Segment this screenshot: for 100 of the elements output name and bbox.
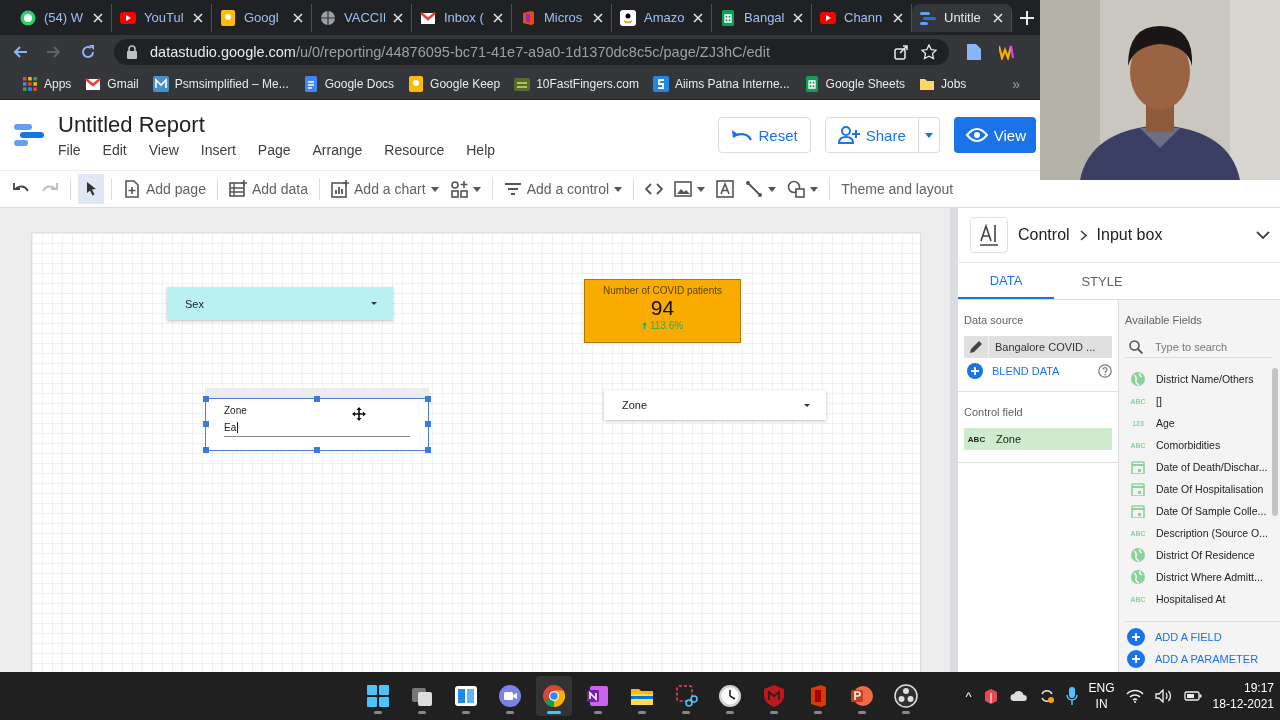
resize-handle[interactable]: [424, 421, 431, 427]
close-icon[interactable]: [693, 12, 703, 23]
bookmark[interactable]: Google Sheets: [803, 75, 905, 92]
resize-handle[interactable]: [313, 446, 320, 453]
bookmark[interactable]: Psmsimplified – Me...: [152, 75, 289, 92]
resize-handle[interactable]: [424, 395, 431, 402]
menu-item[interactable]: View: [148, 142, 179, 158]
browser-tab[interactable]: Googl: [212, 3, 312, 32]
dropdown-control[interactable]: Sex: [167, 287, 393, 320]
browser-tab[interactable]: Amazo: [612, 3, 712, 32]
menu-item[interactable]: File: [58, 142, 81, 158]
field-item[interactable]: District Where Admitt...: [1125, 566, 1280, 588]
browser-tab[interactable]: YouTul: [112, 3, 212, 32]
microphone-icon[interactable]: [1065, 687, 1078, 705]
data-source-chip[interactable]: Bangalore COVID ...: [964, 336, 1112, 358]
reset-button[interactable]: Reset: [717, 117, 811, 153]
resize-handle[interactable]: [202, 395, 209, 402]
bookmark[interactable]: Apps: [22, 75, 72, 92]
show-hidden-icons-button[interactable]: ^: [965, 688, 972, 704]
star-icon[interactable]: [921, 43, 937, 60]
box-icon[interactable]: [982, 688, 999, 704]
close-icon[interactable]: [193, 12, 203, 23]
field-item[interactable]: Date of Death/Dischar...: [1125, 456, 1280, 478]
cloud-icon[interactable]: [1009, 690, 1028, 702]
toolbar-button[interactable]: Add a chart: [327, 174, 443, 204]
field-item[interactable]: Date Of Sample Colle...: [1125, 500, 1280, 522]
close-icon[interactable]: [993, 12, 1003, 23]
change-indicator: 113.6%: [641, 320, 684, 331]
share-button[interactable]: Share: [824, 117, 919, 153]
close-icon[interactable]: [93, 12, 103, 23]
close-icon[interactable]: [593, 12, 603, 23]
close-icon[interactable]: [393, 12, 403, 23]
menu-item[interactable]: Arrange: [312, 142, 363, 158]
close-icon[interactable]: [793, 12, 803, 23]
close-icon[interactable]: [893, 12, 903, 23]
chevron-down-icon[interactable]: [1256, 230, 1270, 240]
input-field[interactable]: Ea: [224, 422, 410, 437]
speaker-icon[interactable]: [1154, 689, 1173, 703]
menu-item[interactable]: Page: [257, 142, 291, 158]
new-tab-icon[interactable]: [1020, 10, 1034, 25]
sheet-icon: [720, 9, 736, 26]
browser-tab[interactable]: (54) W: [12, 3, 112, 32]
share-menu-button[interactable]: [918, 117, 940, 153]
share-icon[interactable]: [893, 43, 909, 60]
battery-icon[interactable]: [1183, 690, 1202, 702]
toolbar-button[interactable]: Add data: [224, 174, 312, 204]
back-icon[interactable]: [12, 43, 28, 60]
resize-handle[interactable]: [313, 395, 320, 402]
clock[interactable]: 19:17 18-12-2021: [1212, 680, 1274, 712]
toolbar-button[interactable]: Add a control: [499, 174, 627, 204]
wifi-icon[interactable]: [1125, 689, 1144, 703]
scrollbar[interactable]: [950, 208, 958, 672]
reload-icon[interactable]: [80, 43, 96, 60]
input-box-control[interactable]: Zone Ea: [205, 398, 429, 451]
dropdown-control[interactable]: Zone: [604, 390, 826, 420]
w-logo-icon[interactable]: [999, 43, 1015, 60]
bookmark[interactable]: Gmail: [85, 75, 139, 92]
browser-tab[interactable]: Bangal: [712, 3, 812, 32]
browser-tab[interactable]: Untitle: [912, 3, 1012, 32]
field-item[interactable]: District Name/Others: [1125, 368, 1280, 390]
blend-data-link[interactable]: BLEND DATA: [992, 365, 1060, 377]
taskbar-button[interactable]: [536, 676, 572, 716]
menu-item[interactable]: Edit: [102, 142, 127, 158]
field-item[interactable]: District Of Residence: [1125, 544, 1280, 566]
bookmark[interactable]: 10FastFingers.com: [514, 75, 639, 92]
close-icon[interactable]: [493, 12, 503, 23]
search-field[interactable]: Type to search: [1155, 340, 1265, 353]
select-button[interactable]: [78, 174, 104, 204]
address-bar[interactable]: datastudio.google.com/u/0/reporting/44876095-bc71-41e7-a9a0-1d1370dc8c5c/page/ZJ3hC/edit: [114, 38, 949, 65]
resize-handle[interactable]: [424, 446, 431, 453]
toolbar-button[interactable]: Add page: [119, 174, 210, 204]
more-bookmarks-button[interactable]: »: [1012, 75, 1020, 92]
help-icon[interactable]: [1098, 364, 1112, 378]
close-icon[interactable]: [293, 12, 303, 23]
sync-icon[interactable]: [1038, 688, 1055, 704]
field-chip[interactable]: ABC Zone: [964, 428, 1112, 450]
document-icon[interactable]: [967, 43, 981, 60]
panel-tab[interactable]: STYLE: [1054, 263, 1150, 299]
menu-item[interactable]: Help: [466, 142, 496, 158]
bookmark[interactable]: Aiims Patna Interne...: [652, 75, 790, 92]
view-button[interactable]: View: [953, 117, 1036, 153]
browser-tab[interactable]: Chann: [812, 3, 912, 32]
language-indicator[interactable]: ENG IN: [1088, 680, 1115, 712]
field-item[interactable]: Date Of Hospitalisation: [1125, 478, 1280, 500]
menu-item[interactable]: Resource: [384, 142, 445, 158]
scrollbar-thumb[interactable]: [1272, 368, 1278, 516]
report-title[interactable]: Untitled Report: [58, 112, 496, 138]
menu-item[interactable]: Insert: [200, 142, 236, 158]
browser-tab[interactable]: Micros: [512, 3, 612, 32]
browser-tab[interactable]: Inbox (: [412, 3, 512, 32]
theme-button[interactable]: Theme and layout: [837, 174, 958, 204]
add-link[interactable]: ADD A FIELD: [1155, 631, 1222, 643]
add-link[interactable]: ADD A PARAMETER: [1155, 653, 1259, 665]
bookmark[interactable]: Google Docs: [302, 75, 395, 92]
resize-handle[interactable]: [202, 421, 209, 427]
bookmark[interactable]: Google Keep: [408, 75, 501, 92]
panel-tab[interactable]: DATA: [958, 263, 1054, 299]
browser-tab[interactable]: VACCII: [312, 3, 412, 32]
bookmark[interactable]: Jobs: [919, 75, 967, 92]
resize-handle[interactable]: [202, 446, 209, 453]
